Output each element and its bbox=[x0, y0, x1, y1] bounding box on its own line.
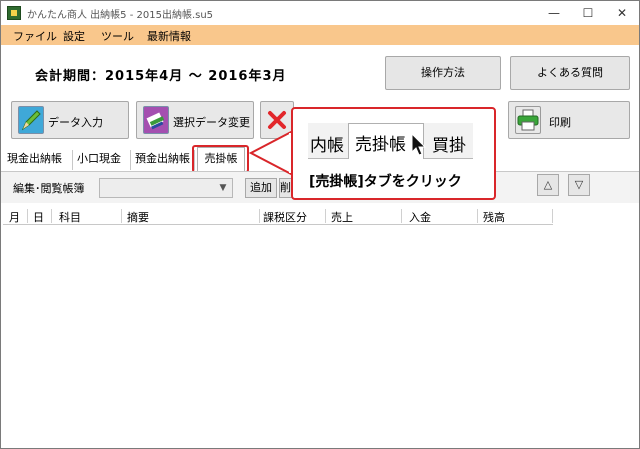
print-label: 印刷 bbox=[549, 116, 571, 129]
app-icon bbox=[7, 6, 21, 20]
window-title: かんたん商人 出納帳5 - 2015出納帳.su5 bbox=[27, 10, 214, 21]
column-account[interactable]: 科目 bbox=[59, 209, 81, 225]
instruction-callout: 内帳 売掛帳 買掛 [売掛帳]タブをクリック bbox=[291, 107, 496, 200]
column-tax-category[interactable]: 課税区分 bbox=[263, 209, 307, 225]
faq-button[interactable]: よくある質問 bbox=[510, 56, 630, 90]
application-window: かんたん商人 出納帳5 - 2015出納帳.su5 — ☐ ✕ ファイル 設定 … bbox=[0, 0, 640, 449]
edit-selected-button[interactable]: 選択データ変更 bbox=[136, 101, 254, 139]
pencil-icon bbox=[18, 106, 44, 134]
ledger-filter-label: 編集･閲覧帳簿 bbox=[13, 182, 85, 195]
minimize-button[interactable]: — bbox=[537, 1, 571, 25]
move-up-button[interactable]: △ bbox=[537, 174, 559, 196]
column-sales[interactable]: 売上 bbox=[331, 209, 353, 225]
title-bar: かんたん商人 出納帳5 - 2015出納帳.su5 — ☐ ✕ bbox=[1, 1, 639, 25]
maximize-button[interactable]: ☐ bbox=[571, 1, 605, 25]
menu-settings[interactable]: 設定 bbox=[63, 28, 85, 44]
column-balance[interactable]: 残高 bbox=[483, 209, 505, 225]
tab-highlight-box bbox=[192, 145, 249, 173]
chevron-down-icon: ▼ bbox=[219, 183, 227, 193]
zoom-tab-deposit: 内帳 bbox=[310, 136, 344, 156]
menu-bar: ファイル 設定 ツール 最新情報 bbox=[1, 25, 639, 45]
menu-news[interactable]: 最新情報 bbox=[147, 28, 191, 44]
howto-button[interactable]: 操作方法 bbox=[385, 56, 501, 90]
column-day[interactable]: 日 bbox=[33, 209, 44, 225]
table-header: 月 日 科目 摘要 課税区分 売上 入金 残高 bbox=[3, 207, 553, 225]
edit-selected-label: 選択データ変更 bbox=[173, 116, 250, 129]
menu-file[interactable]: ファイル bbox=[13, 28, 57, 44]
column-receipt[interactable]: 入金 bbox=[409, 209, 431, 225]
zoom-tab-payables: 買掛 bbox=[432, 136, 466, 156]
callout-pointer bbox=[249, 131, 293, 175]
add-button[interactable]: 追加 bbox=[245, 178, 277, 198]
menu-tools[interactable]: ツール bbox=[101, 28, 134, 44]
edit-icon bbox=[143, 106, 169, 134]
ledger-select[interactable]: ▼ bbox=[99, 178, 233, 198]
mouse-cursor-icon bbox=[411, 132, 427, 160]
data-entry-label: データ入力 bbox=[48, 116, 103, 129]
tab-petty-cash[interactable]: 小口現金 bbox=[77, 150, 131, 170]
close-button[interactable]: ✕ bbox=[605, 1, 639, 25]
column-month[interactable]: 月 bbox=[9, 209, 20, 225]
tab-deposit-book[interactable]: 預金出納帳 bbox=[135, 150, 195, 170]
instruction-text: [売掛帳]タブをクリック bbox=[309, 174, 462, 190]
tab-cash-book[interactable]: 現金出納帳 bbox=[7, 150, 73, 170]
zoomed-tabs: 内帳 売掛帳 買掛 bbox=[308, 123, 473, 159]
accounting-period: 会計期間：2015年4月 〜 2016年3月 bbox=[35, 69, 287, 84]
move-down-button[interactable]: ▽ bbox=[568, 174, 590, 196]
print-button[interactable]: 印刷 bbox=[508, 101, 630, 139]
delete-icon bbox=[267, 110, 287, 133]
data-entry-button[interactable]: データ入力 bbox=[11, 101, 129, 139]
printer-icon bbox=[515, 106, 541, 134]
column-description[interactable]: 摘要 bbox=[127, 209, 149, 225]
